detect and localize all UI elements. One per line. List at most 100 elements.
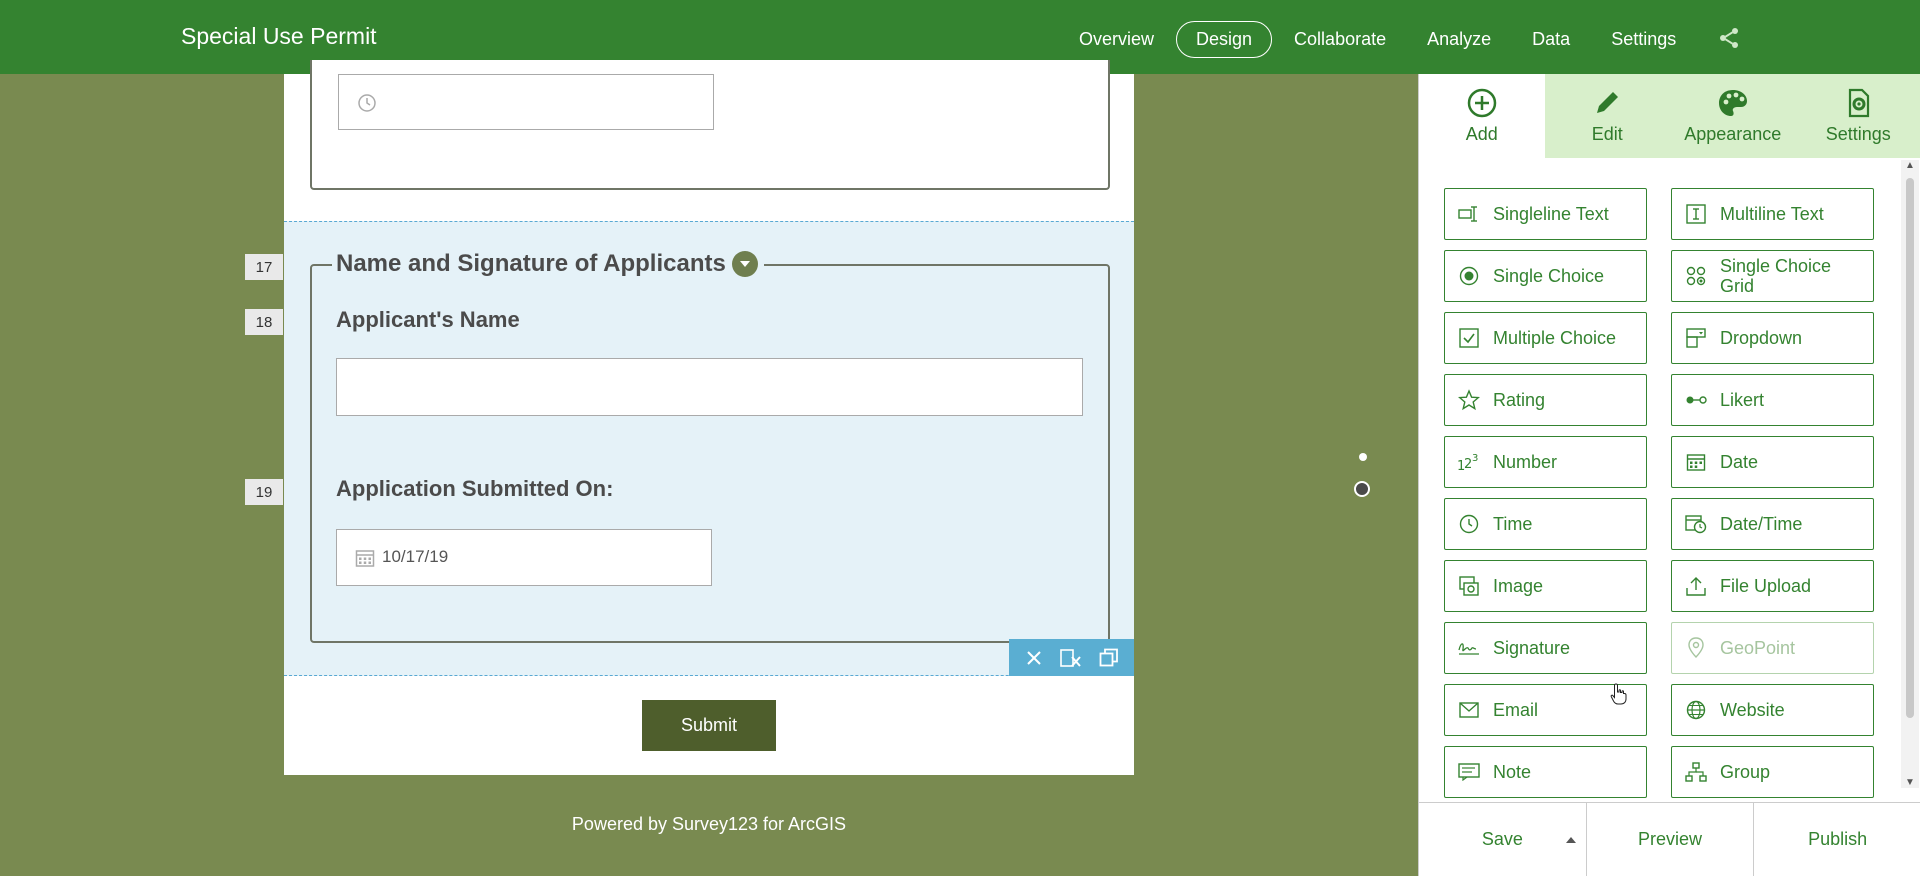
submit-button[interactable]: Submit [642, 700, 776, 751]
widget-label: GeoPoint [1720, 638, 1796, 658]
clear-field-icon[interactable] [1058, 645, 1084, 671]
duplicate-icon[interactable] [1096, 645, 1122, 671]
add-note[interactable]: Note [1444, 746, 1647, 798]
add-group[interactable]: Group [1671, 746, 1874, 798]
widget-label: Email [1493, 700, 1539, 720]
dropdown-icon [1686, 328, 1706, 348]
question-number: 18 [245, 309, 283, 335]
scroll-up-icon[interactable]: ▲ [1905, 160, 1915, 171]
tab-appearance[interactable]: Appearance [1670, 74, 1796, 158]
widget-label: Website [1720, 700, 1785, 720]
add-date-time[interactable]: Date/Time [1671, 498, 1874, 550]
add-number[interactable]: 123 Number [1444, 436, 1647, 488]
page-slider-handle[interactable] [1354, 481, 1370, 497]
previous-question-card[interactable] [310, 60, 1110, 190]
likert-icon [1686, 396, 1707, 404]
panel-scrollbar[interactable]: ▲ ▼ [1901, 160, 1919, 788]
nav-collaborate[interactable]: Collaborate [1275, 22, 1405, 57]
add-image[interactable]: Image [1444, 560, 1647, 612]
add-time[interactable]: Time [1444, 498, 1647, 550]
clock-icon [1459, 514, 1479, 534]
signature-icon [1458, 643, 1479, 655]
widget-label: Singleline Text [1493, 204, 1609, 224]
nav-data[interactable]: Data [1513, 22, 1589, 57]
svg-text:3: 3 [1472, 453, 1478, 464]
nav-analyze[interactable]: Analyze [1408, 22, 1510, 57]
tab-appearance-label: Appearance [1684, 123, 1782, 144]
publish-label: Publish [1808, 829, 1868, 849]
multiline-text-icon [1686, 204, 1706, 224]
add-single-choice[interactable]: Single Choice [1444, 250, 1647, 302]
widget-label: File Upload [1720, 576, 1812, 596]
powered-by-text: Powered by Survey123 for ArcGIS [571, 814, 847, 834]
widget-label: Signature [1493, 638, 1571, 658]
calendar-icon [355, 550, 375, 567]
plus-circle-icon [1467, 88, 1496, 117]
add-signature[interactable]: Signature [1444, 622, 1647, 674]
nav-settings[interactable]: Settings [1592, 22, 1695, 57]
widget-label: Likert [1720, 390, 1765, 410]
widget-label: Single Choice Grid [1720, 256, 1832, 296]
scroll-down-icon[interactable]: ▼ [1905, 777, 1915, 788]
panel-tabs: Add Edit Appearance Settings [1419, 74, 1920, 158]
add-likert[interactable]: Likert [1671, 374, 1874, 426]
time-input[interactable] [338, 74, 714, 130]
widget-label: Multiline Text [1720, 204, 1824, 224]
collapse-button[interactable] [731, 251, 758, 277]
tab-settings[interactable]: Settings [1796, 74, 1920, 158]
add-website[interactable]: Website [1671, 684, 1874, 736]
design-panel: Add Edit Appearance Settings Singleline … [1418, 74, 1920, 876]
field-toolbar [1009, 639, 1134, 676]
tab-add-label: Add [1465, 123, 1498, 144]
submitted-on-date-input[interactable]: 10/17/19 [336, 529, 712, 586]
add-rating[interactable]: Rating [1444, 374, 1647, 426]
widget-label: Date [1720, 452, 1759, 472]
delete-icon[interactable] [1021, 645, 1047, 671]
tab-add[interactable]: Add [1419, 74, 1545, 158]
group-legend: Name and Signature of Applicants [332, 250, 764, 278]
note-icon [1458, 763, 1480, 781]
applicant-name-label: Applicant's Name [336, 307, 520, 332]
calendar-icon [1686, 454, 1706, 471]
preview-label: Preview [1637, 829, 1703, 849]
save-label: Save [1481, 829, 1523, 849]
radio-icon [1459, 266, 1479, 286]
add-multiline-text[interactable]: Multiline Text [1671, 188, 1874, 240]
add-geopoint[interactable]: GeoPoint [1671, 622, 1874, 674]
applicant-name-input[interactable] [336, 358, 1083, 416]
tab-edit[interactable]: Edit [1545, 74, 1671, 158]
widget-label: Date/Time [1720, 514, 1803, 534]
widget-label: Dropdown [1720, 328, 1803, 348]
geopoint-icon [1688, 637, 1704, 658]
preview-button[interactable]: Preview [1587, 803, 1755, 876]
add-singleline-text[interactable]: Singleline Text [1444, 188, 1647, 240]
group-title: Name and Signature of Applicants [336, 250, 726, 277]
widget-label: Single Choice [1493, 266, 1605, 286]
page-slider-dot[interactable] [1359, 453, 1367, 461]
add-dropdown[interactable]: Dropdown [1671, 312, 1874, 364]
add-file-upload[interactable]: File Upload [1671, 560, 1874, 612]
gear-doc-icon [1849, 88, 1870, 117]
nav-design[interactable]: Design [1176, 20, 1273, 58]
add-single-choice-grid[interactable]: Single Choice Grid [1671, 250, 1874, 302]
save-button[interactable]: Save [1419, 803, 1587, 876]
number-icon: 12 3 [1457, 453, 1478, 473]
nav-overview[interactable]: Overview [1060, 22, 1173, 57]
checkbox-icon [1459, 328, 1479, 348]
add-multiple-choice[interactable]: Multiple Choice [1444, 312, 1647, 364]
scroll-thumb[interactable] [1906, 178, 1914, 718]
app-title: Special Use Permit [181, 23, 377, 49]
widget-label: Group [1720, 762, 1771, 782]
widget-label: Note [1493, 762, 1532, 782]
question-number: 17 [245, 254, 283, 280]
widget-label: Time [1493, 514, 1533, 534]
datetime-icon [1685, 515, 1707, 534]
share-icon[interactable] [1717, 26, 1741, 50]
widget-label: Image [1493, 576, 1544, 596]
caret-down-icon [739, 261, 750, 267]
choice-grid-icon [1686, 266, 1706, 286]
save-options-icon[interactable] [1565, 837, 1576, 843]
star-icon [1458, 389, 1480, 411]
add-date[interactable]: Date [1671, 436, 1874, 488]
publish-button[interactable]: Publish [1754, 803, 1920, 876]
